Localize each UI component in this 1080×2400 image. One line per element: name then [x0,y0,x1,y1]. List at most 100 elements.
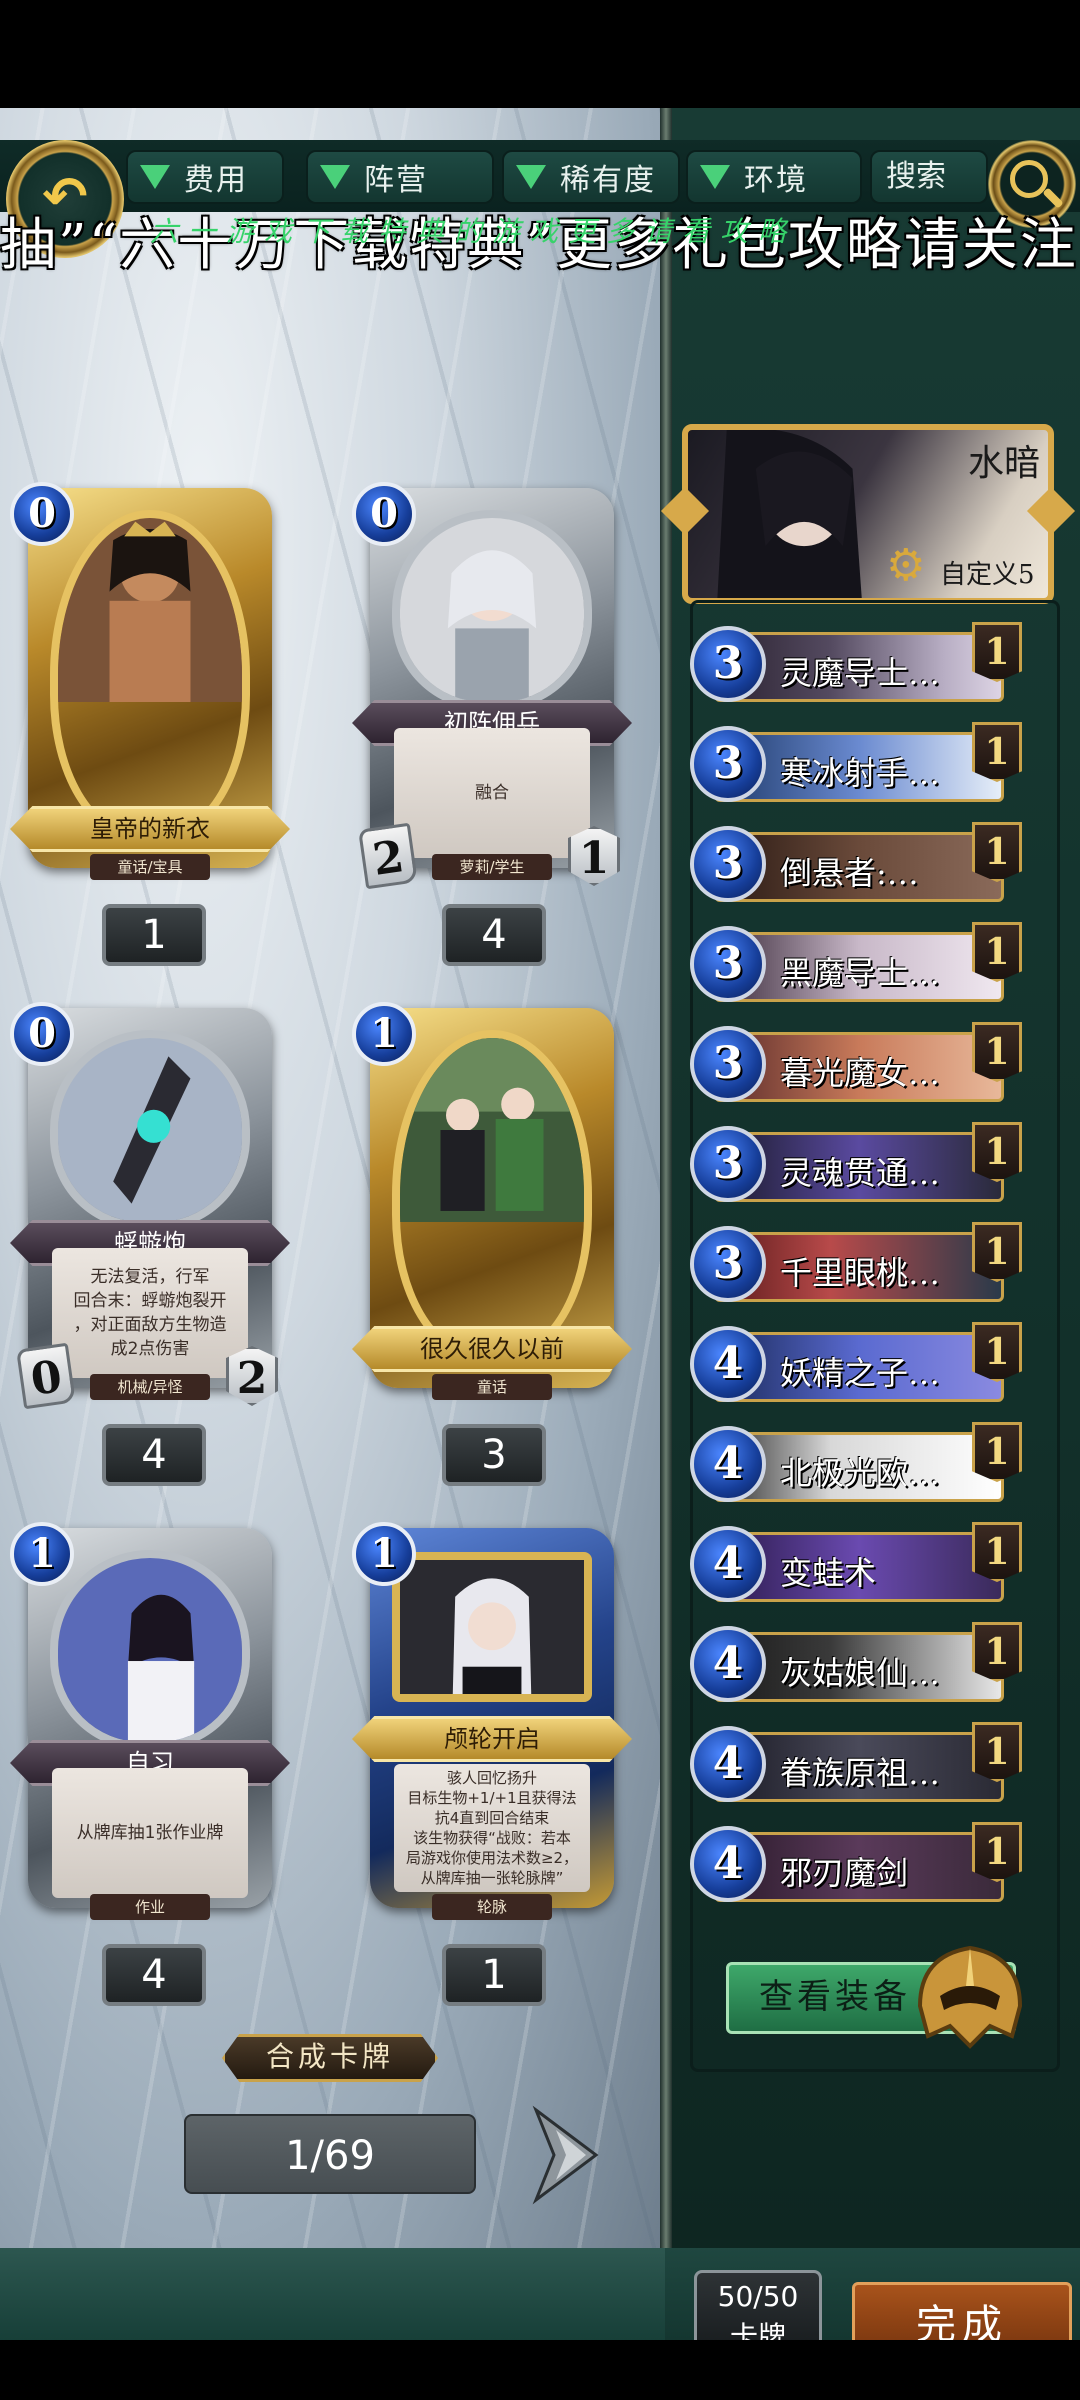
deck-card-count: 1 [972,1622,1022,1682]
deck-card-name: 北极光欧… [780,1454,941,1492]
card-quantity: 1 [442,1944,546,2006]
deck-card-name: 变蛙术 [780,1554,877,1592]
card-name: 很久很久以前 [352,1326,632,1372]
card-name: 颅轮开启 [352,1716,632,1762]
deck-card-item[interactable]: 4 灰姑娘仙… 1 [690,1622,1035,1706]
card-quantity: 4 [442,904,546,966]
dropdown-triangle-icon [140,165,170,189]
card-health: 1 [568,826,620,886]
deck-card-count: 1 [972,1022,1022,1082]
card-tribe: 机械/异怪 [90,1374,210,1400]
card-art [50,510,250,840]
deck-card-cost: 3 [690,1026,766,1102]
card-cost: 0 [352,482,416,546]
card-art [50,1030,250,1230]
card-tribe: 童话/宝具 [90,854,210,880]
card-cost: 0 [10,482,74,546]
card-text: 无法复活，行军 回合末：蜉蝣炮裂开 ，对正面敌方生物造 成2点伤害 [52,1248,248,1378]
card-cost: 1 [10,1522,74,1586]
card-tribe: 作业 [90,1894,210,1920]
deck-count-value: 50/50 [717,2280,799,2313]
card-skull-wheel-open[interactable]: 颅轮开启 骇人回忆扬升 目标生物+1/+1且获得法 抗4直到回合结束 该生物获得… [352,1522,632,1948]
hero-name: 水暗 [968,443,1041,484]
deck-hero-banner[interactable]: 水暗 ⚙ 自定义5 [660,424,1076,604]
helmet-icon [917,1945,1023,2049]
card-mayfly-cannon[interactable]: 蜉蝣炮 无法复活，行军 回合末：蜉蝣炮裂开 ，对正面敌方生物造 成2点伤害 机械… [10,1002,290,1428]
deck-card-item[interactable]: 4 变蛙术 1 [690,1522,1035,1606]
card-tribe: 童话 [432,1374,552,1400]
deck-card-item[interactable]: 4 邪刃魔剑 1 [690,1822,1035,1904]
deck-card-cost: 4 [690,1626,766,1702]
card-tribe: 轮脉 [432,1894,552,1920]
deck-card-item[interactable]: 3 寒冰射手… 1 [690,722,1035,806]
page-indicator: 1/69 [184,2114,476,2194]
card-quantity: 3 [442,1424,546,1486]
banner-overlay-text: 六一游戏下载特典的游戏更多请看攻略 [150,215,797,248]
filter-cost-button[interactable]: 费用 [126,150,284,204]
deck-card-name: 倒悬者:… [780,854,919,892]
deck-card-name: 灰姑娘仙… [780,1654,941,1692]
filter-environment-button[interactable]: 环境 [686,150,862,204]
card-tribe: 萝莉/学生 [432,854,552,880]
deck-card-cost: 4 [690,1726,766,1802]
card-text: 从牌库抽1张作业牌 [52,1768,248,1898]
card-quantity: 1 [102,904,206,966]
deck-card-count: 1 [972,1322,1022,1382]
dropdown-triangle-icon [700,165,730,189]
card-attack: 2 [358,822,418,890]
card-emperors-new-clothes[interactable]: 皇帝的新衣 童话/宝具 0 [10,482,290,908]
craft-card-button[interactable]: 合成卡牌 [222,2034,438,2082]
card-cost: 1 [352,1522,416,1586]
card-art [392,1552,592,1702]
deck-card-name: 邪刃魔剑 [780,1854,909,1892]
filter-faction-button[interactable]: 阵营 [306,150,494,204]
deck-card-cost: 3 [690,626,766,702]
deck-card-count: 1 [972,822,1022,882]
deck-card-cost: 3 [690,726,766,802]
deck-card-count: 1 [972,622,1022,682]
deck-card-item[interactable]: 3 黑魔导士… 1 [690,922,1035,1006]
deck-card-cost: 4 [690,1426,766,1502]
deck-card-count: 1 [972,1422,1022,1482]
card-quantity: 4 [102,1424,206,1486]
card-cost: 1 [352,1002,416,1066]
deck-card-name: 眷族原祖… [780,1754,941,1792]
deck-card-item[interactable]: 3 千里眼桃… 1 [690,1222,1035,1306]
card-text: 骇人回忆扬升 目标生物+1/+1且获得法 抗4直到回合结束 该生物获得“战败：若… [394,1764,590,1892]
deck-card-item[interactable]: 4 眷族原祖… 1 [690,1722,1035,1806]
card-art [392,1030,592,1360]
card-health: 2 [226,1346,278,1406]
bottom-left-floor [0,2248,665,2340]
gear-icon[interactable]: ⚙ [886,544,930,588]
deck-card-count: 1 [972,722,1022,782]
deck-card-name: 妖精之子… [780,1354,941,1392]
deck-card-item[interactable]: 3 灵魔导士… 1 [690,622,1035,706]
card-art [50,1550,250,1750]
game-screen: 费用 阵营 稀有度 环境 搜索 ↶ 抽”“六十万下载特典”更多礼包攻略请关注 六… [0,0,1080,2400]
filter-rarity-button[interactable]: 稀有度 [502,150,680,204]
deck-card-cost: 3 [690,1226,766,1302]
deck-card-name: 寒冰射手… [780,754,941,792]
deck-card-cost: 3 [690,826,766,902]
card-rookie-mercenary[interactable]: 初阵佣兵 融合 萝莉/学生 2 1 0 [352,482,632,908]
search-input[interactable]: 搜索 [870,150,988,204]
deck-card-item[interactable]: 3 暮光魔女… 1 [690,1022,1035,1106]
deck-card-item[interactable]: 3 灵魂贯通… 1 [690,1122,1035,1206]
filter-faction-label: 阵营 [364,163,428,198]
card-once-upon-a-time[interactable]: 很久很久以前 童话 1 [352,1002,632,1428]
deck-card-item[interactable]: 4 北极光欧… 1 [690,1422,1035,1506]
card-self-study[interactable]: 自习 从牌库抽1张作业牌 作业 1 [10,1522,290,1948]
deck-list[interactable]: 3 灵魔导士… 1 3 寒冰射手… 1 3 倒悬者:… 1 3 黑魔导士… 1 3 暮光魔女… 1 … [690,622,1050,1904]
dropdown-triangle-icon [516,165,546,189]
deck-card-count: 1 [972,1122,1022,1182]
next-page-arrow-icon[interactable] [526,2100,616,2210]
navigation-area [0,2340,1080,2400]
card-cost: 0 [10,1002,74,1066]
deck-card-item[interactable]: 3 倒悬者:… 1 [690,822,1035,906]
deck-card-count: 1 [972,1822,1022,1882]
deck-card-item[interactable]: 4 妖精之子… 1 [690,1322,1035,1406]
deck-card-count: 1 [972,1522,1022,1582]
deck-card-name: 黑魔导士… [780,954,941,992]
deck-card-cost: 4 [690,1826,766,1902]
deck-card-cost: 4 [690,1326,766,1402]
